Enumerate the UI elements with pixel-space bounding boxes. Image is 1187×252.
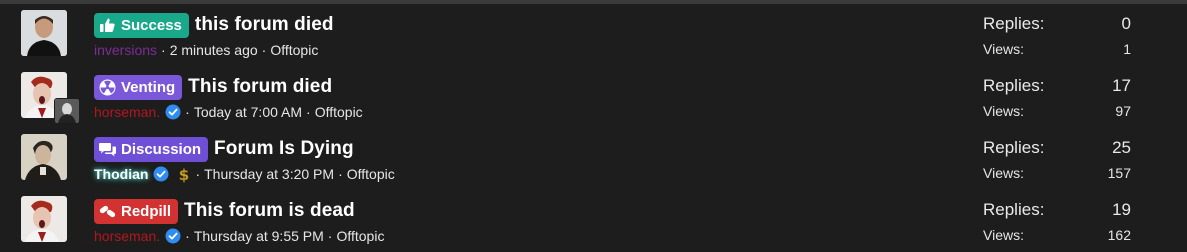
- replies-count: 25: [1112, 138, 1131, 157]
- replies-count: 19: [1112, 200, 1131, 219]
- replies-count: 17: [1112, 76, 1131, 95]
- separator: ·: [338, 166, 343, 182]
- thread-meta: horseman. · Today at 7:00 AM · Offtopic: [94, 103, 363, 121]
- replies-count: 0: [1121, 14, 1131, 33]
- thread-row[interactable]: Venting This forum died horseman. · Toda…: [0, 66, 1187, 128]
- thread-meta: horseman. · Thursday at 9:55 PM · Offtop…: [94, 227, 384, 245]
- thread-stats: Replies: 25 Views: 157: [983, 136, 1131, 184]
- thread-stats: Replies: 0 Views: 1: [983, 12, 1131, 60]
- author-link[interactable]: Thodian: [94, 166, 148, 182]
- avatar[interactable]: [21, 10, 67, 56]
- replies-label: Replies:: [983, 76, 1045, 95]
- thread-time[interactable]: Thursday at 3:20 PM: [204, 166, 334, 182]
- prefix-label: Discussion: [121, 140, 202, 158]
- separator: ·: [261, 42, 267, 58]
- separator: ·: [327, 228, 333, 244]
- verified-badge-icon: [153, 166, 169, 182]
- svg-text:$: $: [179, 166, 189, 183]
- views-label: Views:: [983, 41, 1024, 57]
- prefix-badge-venting[interactable]: Venting: [94, 74, 183, 100]
- replies-label: Replies:: [983, 138, 1045, 157]
- prefix-badge-discussion[interactable]: Discussion: [94, 136, 209, 162]
- radiation-icon: [99, 79, 116, 96]
- thread-row[interactable]: Discussion Forum Is Dying Thodian $ · Th…: [0, 128, 1187, 190]
- prefix-label: Success: [121, 16, 182, 34]
- dollar-sign-icon: $: [177, 166, 191, 183]
- separator: ·: [306, 104, 311, 120]
- author-link[interactable]: inversions: [94, 42, 157, 58]
- verified-badge-icon: [165, 228, 181, 244]
- thread-meta: Thodian $ · Thursday at 3:20 PM · Offtop…: [94, 165, 395, 183]
- thread-list: Success this forum died inversions · 2 m…: [0, 4, 1187, 247]
- views-label: Views:: [983, 227, 1024, 243]
- views-count: 1: [1123, 41, 1131, 57]
- forum-link[interactable]: Offtopic: [336, 228, 384, 244]
- thread-time[interactable]: Thursday at 9:55 PM: [194, 228, 324, 244]
- views-label: Views:: [983, 165, 1024, 181]
- prefix-badge-redpill[interactable]: Redpill: [94, 198, 179, 224]
- replies-label: Replies:: [983, 14, 1045, 33]
- chat-bubbles-icon: [99, 141, 116, 158]
- thread-meta: inversions · 2 minutes ago · Offtopic: [94, 41, 318, 59]
- prefix-label: Venting: [121, 78, 176, 96]
- avatar[interactable]: [21, 196, 67, 242]
- forum-link[interactable]: Offtopic: [347, 166, 395, 182]
- thread-row[interactable]: Success this forum died inversions · 2 m…: [0, 4, 1187, 66]
- last-poster-avatar[interactable]: [54, 98, 80, 124]
- thread-stats: Replies: 17 Views: 97: [983, 74, 1131, 122]
- separator: ·: [185, 228, 190, 244]
- thread-title-line: Success this forum died: [94, 12, 334, 38]
- separator: ·: [185, 104, 190, 120]
- separator: ·: [195, 166, 201, 182]
- thread-stats: Replies: 19 Views: 162: [983, 198, 1131, 246]
- verified-badge-icon: [165, 104, 181, 120]
- thread-title-link[interactable]: Forum Is Dying: [214, 138, 354, 160]
- thread-time[interactable]: 2 minutes ago: [170, 42, 258, 58]
- author-link[interactable]: horseman.: [94, 104, 160, 120]
- separator: ·: [161, 42, 166, 58]
- forum-link[interactable]: Offtopic: [270, 42, 318, 58]
- thread-time[interactable]: Today at 7:00 AM: [194, 104, 302, 120]
- thread-title-line: Venting This forum died: [94, 74, 332, 100]
- forum-link[interactable]: Offtopic: [315, 104, 363, 120]
- views-count: 157: [1107, 165, 1131, 181]
- pills-icon: [99, 203, 116, 220]
- thumbs-up-icon: [99, 17, 116, 34]
- author-link[interactable]: horseman.: [94, 228, 160, 244]
- prefix-label: Redpill: [121, 202, 172, 220]
- thread-title-link[interactable]: This forum is dead: [184, 200, 355, 222]
- avatar[interactable]: [21, 134, 67, 180]
- prefix-badge-success[interactable]: Success: [94, 12, 189, 38]
- thread-title-link[interactable]: this forum died: [195, 14, 334, 36]
- thread-title-link[interactable]: This forum died: [188, 76, 332, 98]
- views-label: Views:: [983, 103, 1024, 119]
- thread-row[interactable]: Redpill This forum is dead horseman. · T…: [0, 190, 1187, 252]
- thread-title-line: Discussion Forum Is Dying: [94, 136, 354, 162]
- replies-label: Replies:: [983, 200, 1045, 219]
- views-count: 162: [1107, 227, 1131, 243]
- views-count: 97: [1115, 103, 1131, 119]
- thread-title-line: Redpill This forum is dead: [94, 198, 355, 224]
